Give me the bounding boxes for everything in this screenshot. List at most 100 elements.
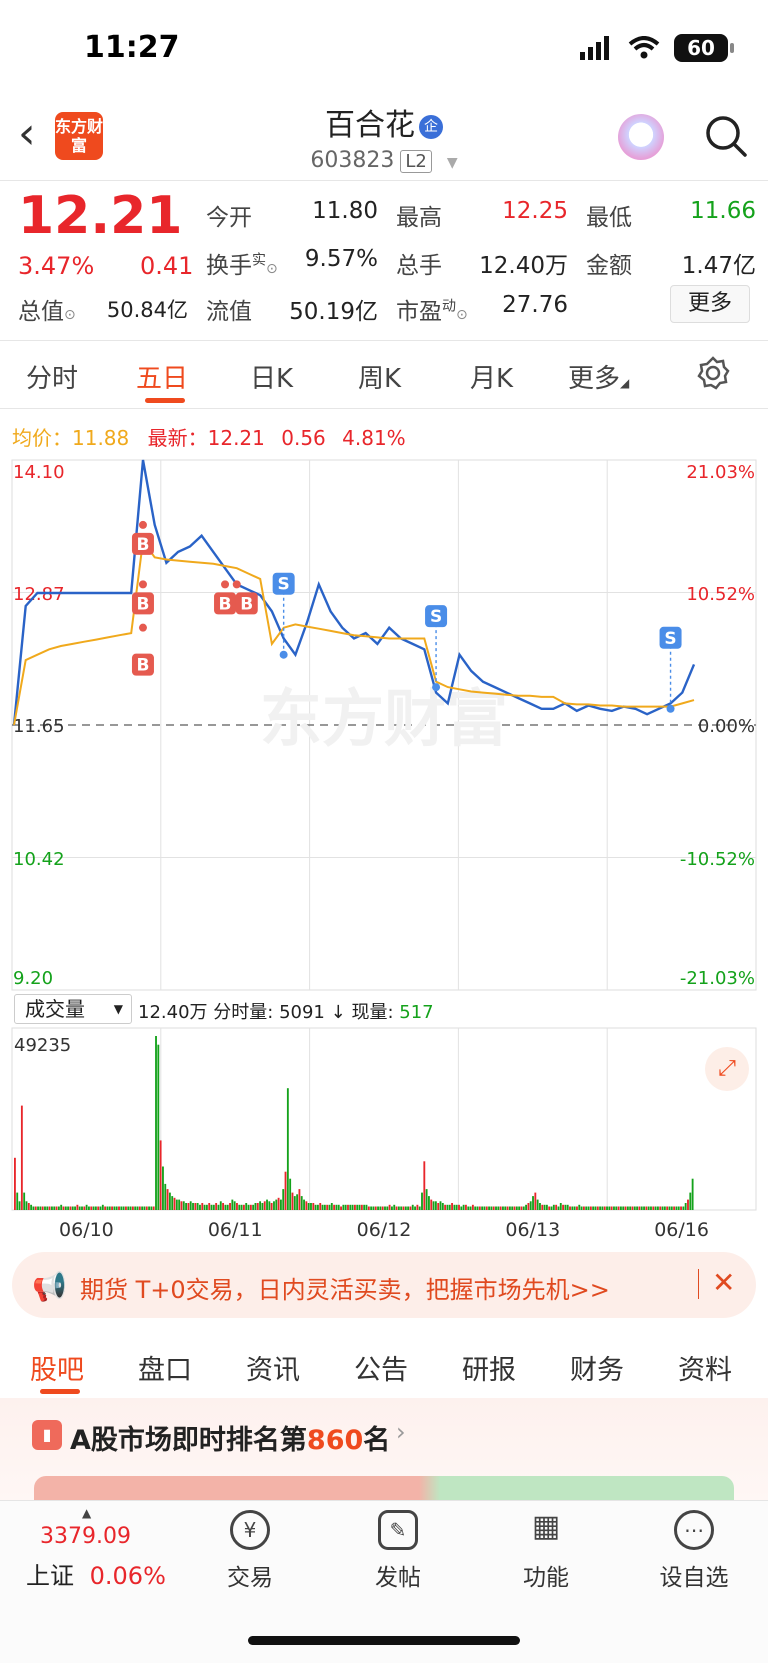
y-tick-right: -10.52% — [680, 849, 755, 870]
volume-bar — [545, 1204, 548, 1210]
tab-financials[interactable]: 财务 — [570, 1348, 624, 1387]
volume-bar — [407, 1206, 410, 1210]
tab-profile[interactable]: 资料 — [678, 1348, 732, 1387]
nav-add-watchlist[interactable]: ⋯ 设自选 — [634, 1510, 754, 1592]
volume-bar — [592, 1206, 595, 1210]
volume-bar — [162, 1166, 164, 1210]
expand-fullscreen-icon[interactable]: ⤢ — [705, 1047, 749, 1091]
volume-bar — [585, 1206, 588, 1210]
volume-bar — [208, 1203, 211, 1210]
volume-bar — [224, 1204, 227, 1210]
volume-bar — [370, 1206, 373, 1210]
volume-bar — [691, 1178, 694, 1210]
trade-marker-dot — [138, 520, 147, 529]
volume-bar — [187, 1203, 190, 1210]
volume-bar — [527, 1203, 530, 1210]
volume-bar — [374, 1206, 377, 1210]
tab-order-book[interactable]: 盘口 — [138, 1348, 192, 1387]
volume-bar — [57, 1206, 60, 1210]
volume-bar — [423, 1161, 426, 1210]
volume-bar — [576, 1206, 578, 1210]
y-tick-right: 0.00% — [698, 716, 755, 737]
indicator-select[interactable]: 成交量 ▼ — [14, 994, 132, 1024]
tab-announcements[interactable]: 公告 — [354, 1348, 408, 1387]
nav-trade[interactable]: ¥ 交易 — [190, 1510, 310, 1592]
trade-marker-dot — [279, 650, 288, 659]
volume-bar — [488, 1206, 490, 1210]
volume-bar — [263, 1201, 266, 1210]
market-rank-text[interactable]: A股市场即时排名第860名 — [70, 1418, 390, 1457]
tab-news[interactable]: 资讯 — [246, 1348, 300, 1387]
volume-bar — [14, 1157, 16, 1210]
volume-bar — [30, 1204, 33, 1210]
volume-bar — [687, 1199, 689, 1210]
volume-bar — [559, 1203, 562, 1210]
volume-bar — [347, 1204, 349, 1210]
volume-bar — [358, 1204, 361, 1210]
volume-bar — [647, 1206, 650, 1210]
volume-bar — [663, 1206, 666, 1210]
volume-bar — [381, 1206, 384, 1210]
ranking-chart-icon: ▮ — [32, 1420, 62, 1450]
volume-bar — [148, 1206, 150, 1210]
volume-bar — [115, 1206, 118, 1210]
trade-marker-label: B — [136, 535, 149, 555]
volume-bar — [670, 1206, 673, 1210]
volume-bar — [384, 1206, 386, 1210]
volume-bar — [495, 1206, 497, 1210]
volume-bar — [85, 1204, 88, 1210]
index-label[interactable]: 上证 0.06% — [26, 1556, 166, 1591]
volume-bar — [608, 1206, 611, 1210]
volume-bar — [365, 1204, 368, 1210]
five-day-chart[interactable]: 东方财富 14.10 12.87 11.65 10.42 9.20 21.03% 10.52%… — [0, 0, 768, 1240]
volume-bar — [145, 1206, 148, 1210]
volume-bar — [643, 1206, 645, 1210]
volume-bar — [351, 1204, 354, 1210]
volume-bar — [536, 1199, 539, 1210]
volume-max-label: 49235 — [14, 1035, 71, 1056]
volume-bar — [569, 1206, 571, 1210]
index-value[interactable]: 3379.09 — [40, 1524, 131, 1549]
volume-bar — [511, 1206, 514, 1210]
volume-bar — [71, 1206, 74, 1210]
tab-research[interactable]: 研报 — [462, 1348, 516, 1387]
volume-bar — [182, 1201, 185, 1210]
volume-bar — [652, 1206, 655, 1210]
volume-bar — [266, 1199, 268, 1210]
volume-bar — [478, 1206, 481, 1210]
volume-bar — [441, 1203, 444, 1210]
volume-bar — [680, 1206, 682, 1210]
volume-info: 12.40万 分时量: 5091 ↓ 现量: 517 — [138, 998, 434, 1024]
nav-functions[interactable]: ▦ 功能 — [486, 1510, 606, 1592]
volume-bar — [391, 1206, 393, 1210]
volume-bar — [247, 1204, 250, 1210]
volume-bar — [335, 1204, 338, 1210]
close-icon[interactable]: ✕ — [712, 1266, 735, 1299]
volume-bar — [601, 1206, 604, 1210]
tab-guba[interactable]: 股吧 — [30, 1348, 84, 1387]
volume-bar — [566, 1204, 569, 1210]
volume-bar — [296, 1194, 299, 1210]
volume-bar — [321, 1204, 324, 1210]
chevron-right-icon[interactable]: › — [396, 1418, 406, 1446]
volume-bar — [242, 1204, 245, 1210]
volume-bar — [83, 1206, 86, 1210]
caret-down-icon: ▼ — [113, 1002, 123, 1016]
volume-bar — [550, 1206, 553, 1210]
banner-text[interactable]: 期货 T+0交易，日内灵活买卖，把握市场先机>> — [80, 1270, 610, 1305]
volume-bar — [344, 1204, 347, 1210]
volume-bar — [37, 1206, 39, 1210]
volume-bar — [404, 1206, 407, 1210]
volume-bar — [400, 1206, 403, 1210]
volume-bar — [333, 1204, 336, 1210]
nav-post[interactable]: ✎ 发帖 — [338, 1510, 458, 1592]
volume-bar — [192, 1203, 194, 1210]
active-content-tab-indicator — [40, 1389, 80, 1394]
volume-bar — [377, 1206, 379, 1210]
volume-bar — [277, 1197, 280, 1210]
volume-bar — [580, 1206, 583, 1210]
volume-bar — [284, 1171, 287, 1210]
volume-bar — [543, 1204, 546, 1210]
volume-bar — [455, 1204, 458, 1210]
volume-bar — [99, 1206, 102, 1210]
